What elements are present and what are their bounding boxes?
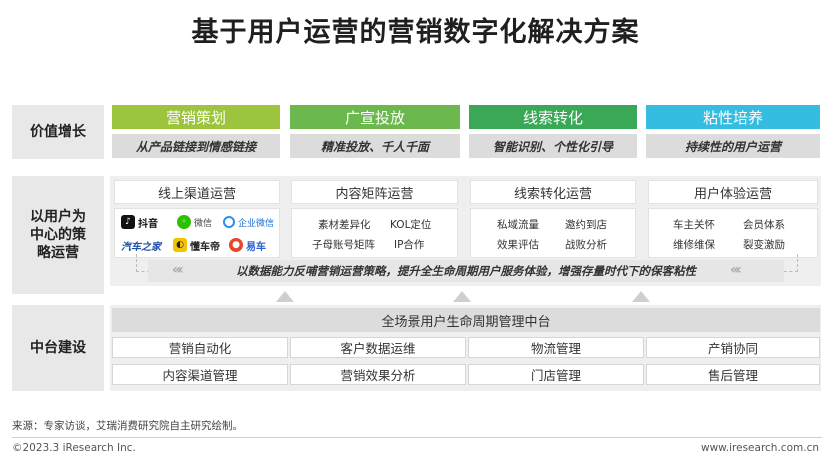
row-label-strategy-text: 以用户为中心的策略运营 bbox=[30, 209, 86, 261]
pillar-head-ad-placement: 广宣投放 bbox=[290, 105, 460, 129]
platform-item: 物流管理 bbox=[468, 337, 644, 358]
autohome-logo: 汽车之家 bbox=[121, 235, 161, 255]
douyin-label: 抖音 bbox=[138, 218, 158, 230]
platform-item: 门店管理 bbox=[468, 364, 644, 385]
row-label-strategy: 以用户为中心的策略运营 bbox=[12, 176, 104, 294]
dongchedi-icon: ◐ bbox=[173, 238, 187, 252]
wecom-logo: 企业微信 bbox=[223, 212, 274, 232]
section-title-experience: 用户体验运营 bbox=[648, 180, 818, 204]
arrow-up-icon bbox=[453, 291, 471, 302]
pillar-sub-stickiness: 持续性的用户运营 bbox=[646, 134, 820, 158]
experience-item: 会员体系 bbox=[743, 219, 785, 231]
douyin-icon: ♪ bbox=[121, 215, 135, 229]
row-label-platform: 中台建设 bbox=[12, 305, 104, 391]
platform-title: 全场景用户生命周期管理中台 bbox=[112, 308, 820, 332]
page-title: 基于用户运营的营销数字化解决方案 bbox=[191, 17, 640, 48]
feedback-banner: 以数据能力反哺营销运营策略，提升全生命周期用户服务体验，增强存量时代下的保客粘性 bbox=[148, 260, 784, 282]
chevron-left-icon: «‹ bbox=[172, 262, 184, 278]
channel-logos-box: ♪ 抖音 ◦ 微信 企业微信 汽车之家 ◐ 懂车帝 ● 易车 bbox=[114, 208, 280, 258]
source-note: 来源：专家访谈，艾瑞消费研究院自主研究绘制。 bbox=[12, 420, 243, 432]
wechat-icon: ◦ bbox=[177, 215, 191, 229]
pillar-sub-ad-placement: 精准投放、千人千面 bbox=[290, 134, 460, 158]
lead-item: 战败分析 bbox=[565, 239, 607, 251]
arrow-up-icon bbox=[632, 291, 650, 302]
autohome-label: 汽车之家 bbox=[121, 241, 161, 253]
arrow-up-icon bbox=[276, 291, 294, 302]
platform-item: 营销效果分析 bbox=[290, 364, 466, 385]
content-item: 子母账号矩阵 bbox=[312, 239, 375, 251]
website-link[interactable]: www.iresearch.com.cn bbox=[701, 442, 819, 454]
wecom-label: 企业微信 bbox=[238, 218, 275, 229]
wechat-logo: ◦ 微信 bbox=[177, 212, 212, 232]
row-label-value-growth: 价值增长 bbox=[12, 105, 104, 159]
pillar-head-stickiness: 粘性培养 bbox=[646, 105, 820, 129]
footer-divider bbox=[12, 437, 822, 438]
wecom-icon bbox=[223, 216, 235, 228]
lead-item: 效果评估 bbox=[497, 239, 539, 251]
chevron-left-icon: «‹ bbox=[730, 262, 742, 278]
section-title-channel: 线上渠道运营 bbox=[114, 180, 280, 204]
dongchedi-logo: ◐ 懂车帝 bbox=[173, 235, 220, 255]
dongchedi-label: 懂车帝 bbox=[190, 241, 220, 253]
experience-item: 裂变激励 bbox=[743, 239, 785, 251]
content-item: KOL定位 bbox=[390, 219, 432, 231]
experience-item: 车主关怀 bbox=[673, 219, 715, 231]
experience-items-box: 车主关怀 会员体系 维修维保 裂变激励 bbox=[648, 208, 818, 258]
pillar-head-marketing-planning: 营销策划 bbox=[112, 105, 280, 129]
platform-item: 内容渠道管理 bbox=[112, 364, 288, 385]
platform-item: 营销自动化 bbox=[112, 337, 288, 358]
yiche-icon: ● bbox=[229, 238, 243, 252]
content-items-box: 素材差异化 KOL定位 子母账号矩阵 IP合作 bbox=[291, 208, 458, 258]
pillar-sub-lead-conversion: 智能识别、个性化引导 bbox=[469, 134, 637, 158]
lead-item: 邀约到店 bbox=[565, 219, 607, 231]
douyin-logo: ♪ 抖音 bbox=[121, 212, 158, 232]
yiche-label: 易车 bbox=[246, 241, 266, 253]
pillar-sub-marketing-planning: 从产品链接到情感链接 bbox=[112, 134, 280, 158]
platform-item: 产销协同 bbox=[646, 337, 820, 358]
platform-item: 客户数据运维 bbox=[290, 337, 466, 358]
section-title-lead: 线索转化运营 bbox=[470, 180, 636, 204]
experience-item: 维修维保 bbox=[673, 239, 715, 251]
feedback-connector-right bbox=[784, 254, 798, 272]
yiche-logo: ● 易车 bbox=[229, 235, 266, 255]
content-item: 素材差异化 bbox=[318, 219, 371, 231]
lead-item: 私域流量 bbox=[497, 219, 539, 231]
platform-item: 售后管理 bbox=[646, 364, 820, 385]
section-title-content: 内容矩阵运营 bbox=[291, 180, 458, 204]
content-item: IP合作 bbox=[394, 239, 425, 251]
pillar-head-lead-conversion: 线索转化 bbox=[469, 105, 637, 129]
lead-items-box: 私域流量 邀约到店 效果评估 战败分析 bbox=[470, 208, 636, 258]
copyright: ©2023.3 iResearch Inc. bbox=[12, 442, 136, 454]
wechat-label: 微信 bbox=[194, 218, 213, 229]
